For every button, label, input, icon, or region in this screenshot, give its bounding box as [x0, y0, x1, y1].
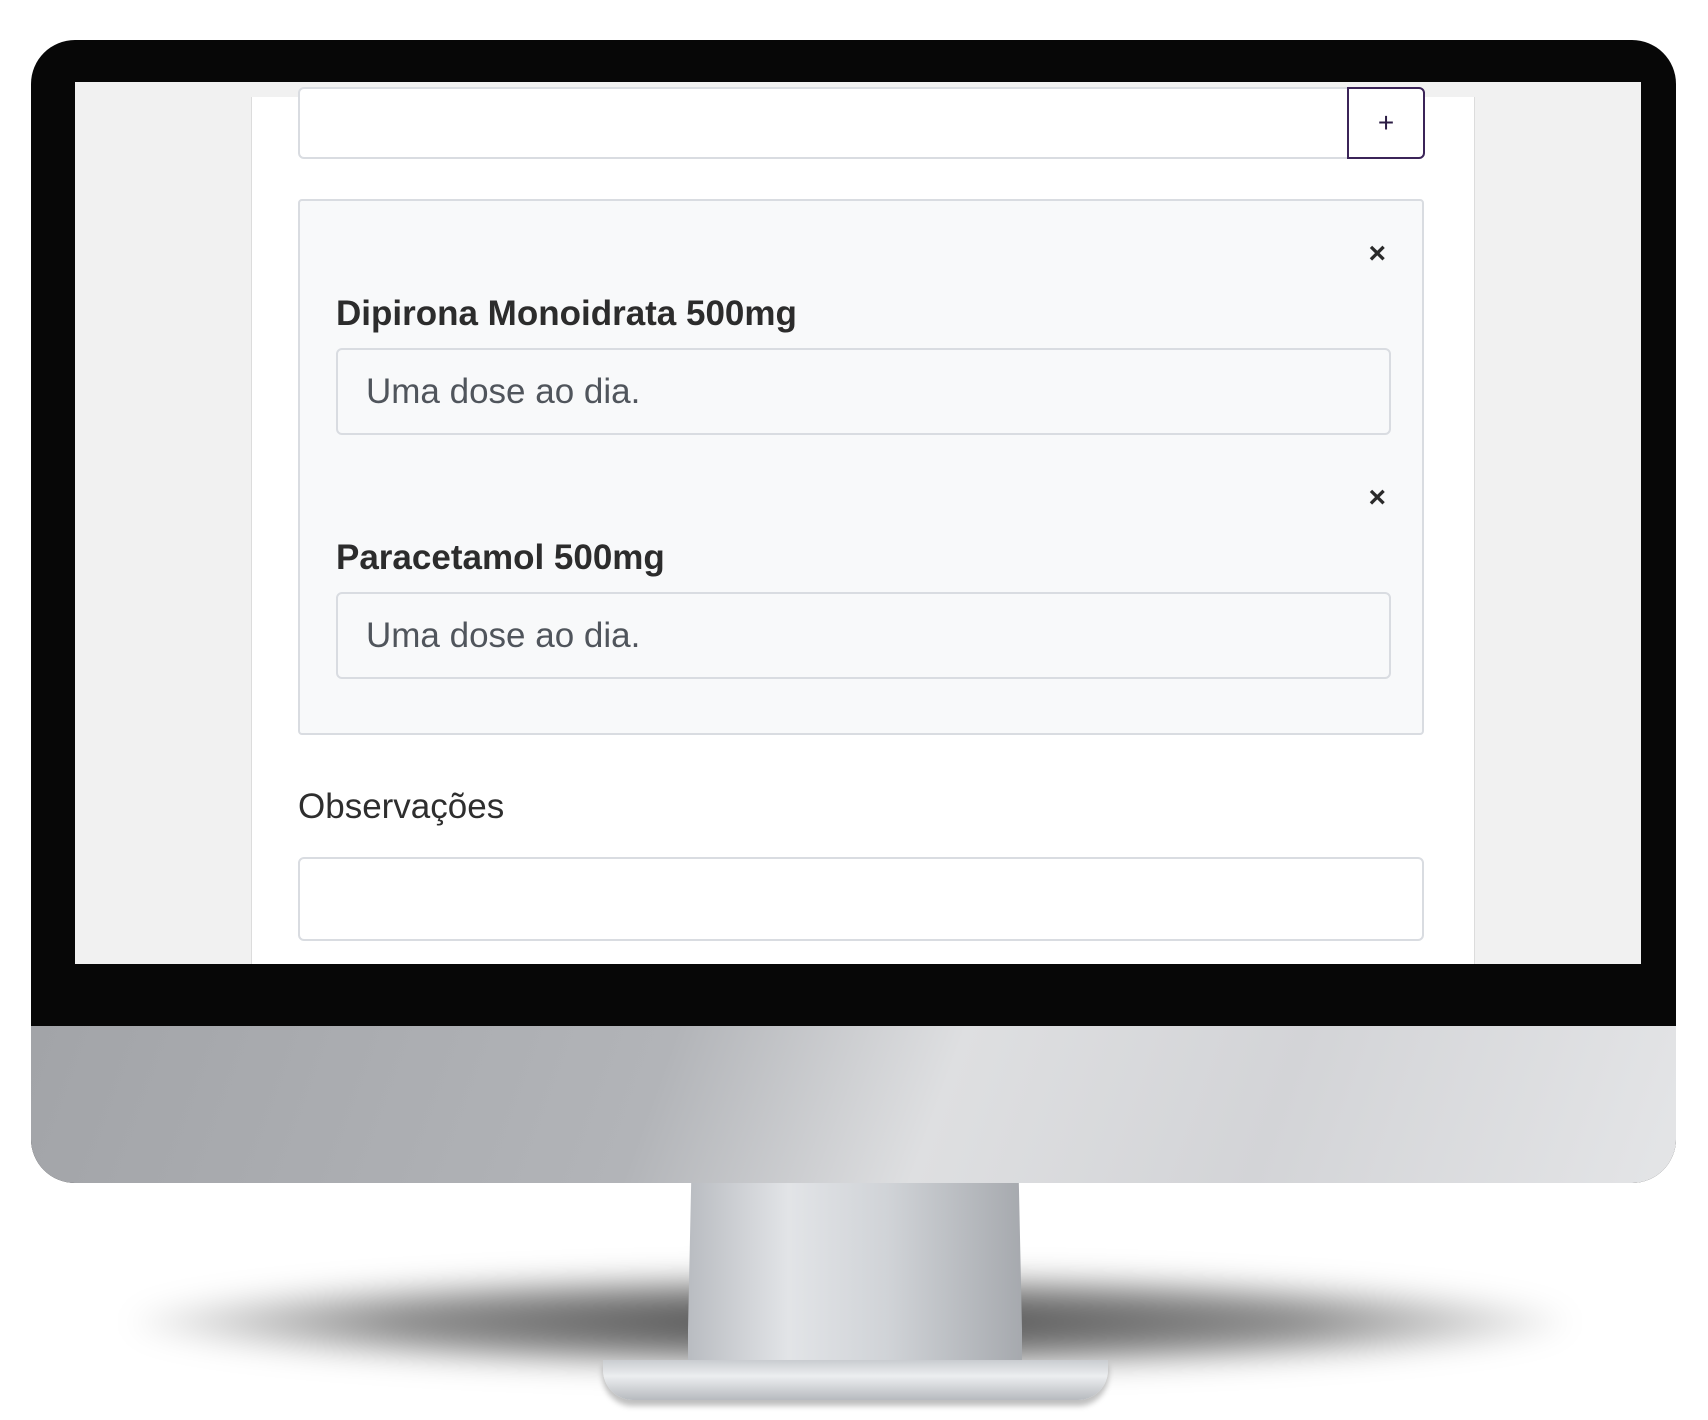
monitor: + × Dipirona Monoidrata 500mg Uma dose a… [31, 40, 1676, 1183]
medication-name: Paracetamol 500mg [336, 538, 665, 577]
dosage-field[interactable]: Uma dose ao dia. [336, 592, 1391, 679]
medication-item: × Paracetamol 500mg Uma dose ao dia. [300, 445, 1422, 685]
close-icon[interactable]: × [1368, 483, 1386, 513]
dosage-field[interactable]: Uma dose ao dia. [336, 348, 1391, 435]
close-icon[interactable]: × [1368, 239, 1386, 269]
observations-field[interactable] [298, 857, 1424, 941]
add-medication-button[interactable]: + [1347, 87, 1425, 159]
monitor-stand [688, 1175, 1022, 1390]
screen: + × Dipirona Monoidrata 500mg Uma dose a… [75, 82, 1641, 964]
observations-label: Observações [298, 787, 505, 826]
monitor-stand-base [603, 1360, 1108, 1400]
medication-item: × Dipirona Monoidrata 500mg Uma dose ao … [300, 201, 1422, 441]
plus-icon: + [1377, 107, 1395, 138]
monitor-chin [31, 1026, 1676, 1183]
medication-search-input[interactable] [298, 87, 1424, 159]
medication-name: Dipirona Monoidrata 500mg [336, 294, 797, 333]
medication-list: × Dipirona Monoidrata 500mg Uma dose ao … [298, 199, 1424, 735]
prescription-form: + × Dipirona Monoidrata 500mg Uma dose a… [251, 87, 1475, 964]
